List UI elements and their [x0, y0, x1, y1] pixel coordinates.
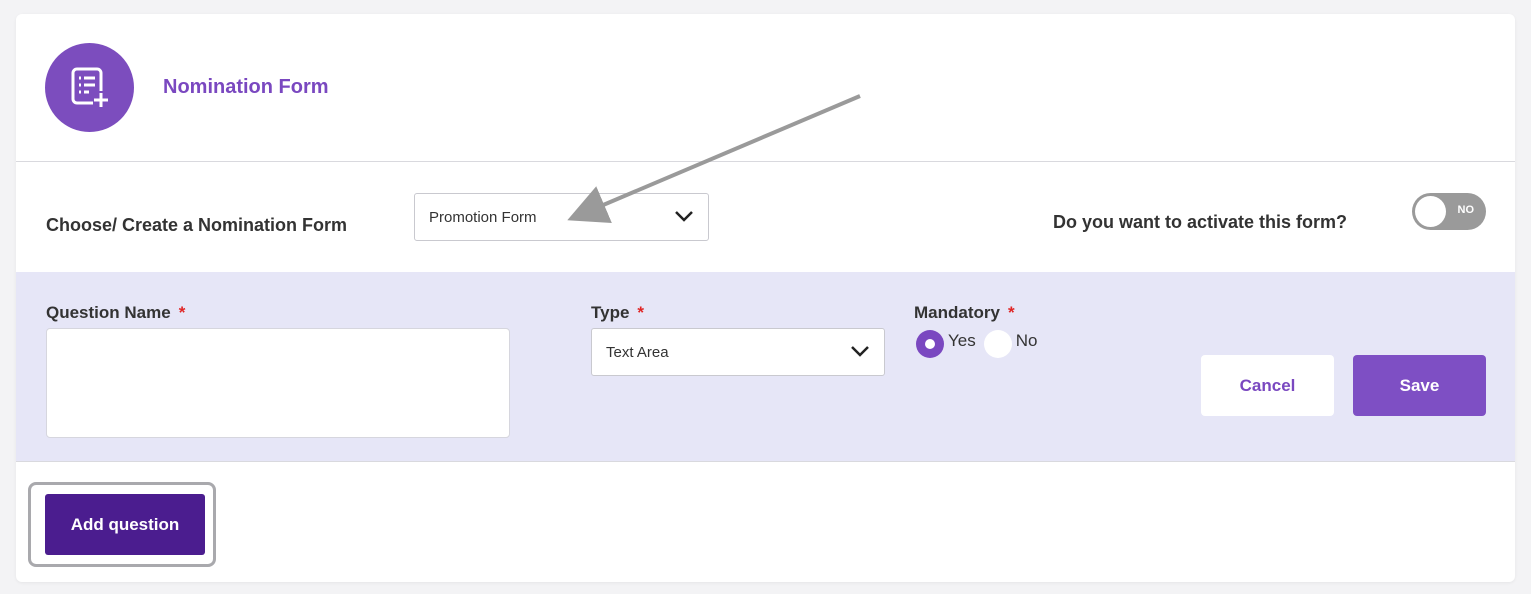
required-marker: *: [178, 303, 186, 322]
chevron-down-icon: [850, 344, 870, 361]
form-select[interactable]: Promotion Form: [414, 193, 709, 241]
required-marker: *: [637, 303, 645, 322]
toggle-knob: [1415, 196, 1446, 227]
nomination-form-card: Nomination Form Choose/ Create a Nominat…: [16, 14, 1515, 582]
mandatory-yes-label: Yes: [948, 331, 976, 350]
chevron-down-icon: [674, 209, 694, 226]
question-name-input[interactable]: [46, 328, 510, 438]
question-editor-panel: Question Name * Type * Text Area Mandatory…: [16, 272, 1515, 462]
mandatory-radio-group: Yes No: [916, 328, 1045, 358]
type-select[interactable]: Text Area: [591, 328, 885, 376]
activate-toggle[interactable]: NO: [1412, 193, 1486, 230]
type-label: Type *: [591, 303, 644, 323]
add-question-button[interactable]: Add question: [45, 494, 205, 555]
activate-form-label: Do you want to activate this form?: [1053, 212, 1348, 232]
choose-form-row: Choose/ Create a Nomination Form Promoti…: [16, 163, 1515, 271]
type-select-value: Text Area: [606, 343, 669, 361]
question-name-label-text: Question Name: [46, 303, 171, 322]
mandatory-label-text: Mandatory: [914, 303, 1000, 322]
required-marker: *: [1007, 303, 1015, 322]
question-name-label: Question Name *: [46, 303, 185, 323]
form-add-icon: [45, 43, 134, 132]
type-label-text: Type: [591, 303, 630, 322]
mandatory-label: Mandatory *: [914, 303, 1015, 323]
mandatory-yes-radio[interactable]: [916, 330, 944, 358]
mandatory-no-radio[interactable]: [983, 330, 1012, 358]
page-title: Nomination Form: [163, 76, 329, 98]
save-button[interactable]: Save: [1353, 355, 1486, 416]
choose-form-label: Choose/ Create a Nomination Form: [46, 215, 348, 235]
cancel-button[interactable]: Cancel: [1201, 355, 1334, 416]
toggle-state-text: NO: [1457, 204, 1475, 216]
add-question-highlight: Add question: [28, 482, 216, 567]
mandatory-no-label: No: [1015, 331, 1038, 350]
form-select-value: Promotion Form: [429, 208, 537, 226]
form-header: Nomination Form: [16, 14, 1515, 162]
